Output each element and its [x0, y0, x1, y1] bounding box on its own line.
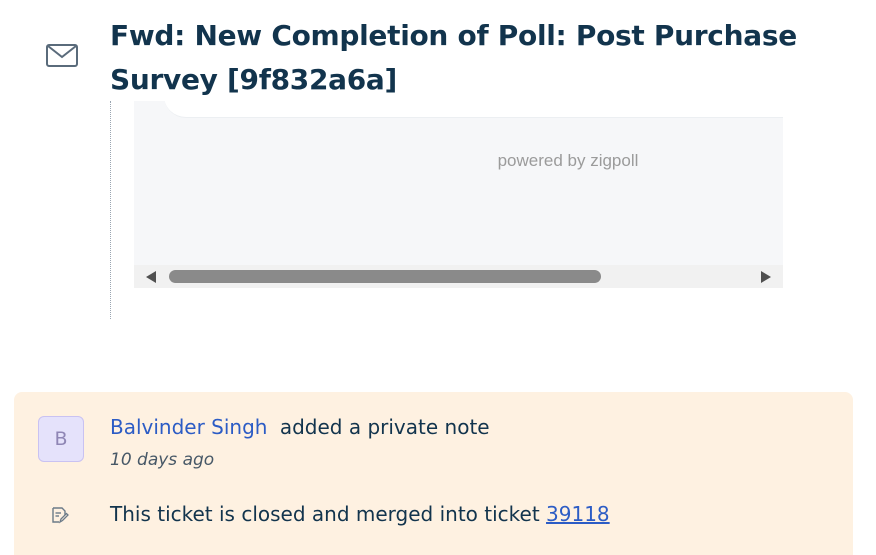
note-text-prefix: This ticket is closed and merged into ti… — [110, 502, 540, 526]
powered-by-text: powered by zigpoll — [497, 151, 639, 170]
merged-ticket-link[interactable]: 39118 — [546, 502, 610, 526]
note-header: Balvinder Singh added a private note — [110, 413, 490, 441]
note-body: This ticket is closed and merged into ti… — [110, 500, 610, 528]
embedded-email-frame[interactable]: powered by zigpoll — [134, 101, 783, 288]
avatar: B — [38, 416, 84, 462]
ticket-conversation: Fwd: New Completion of Poll: Post Purcha… — [0, 0, 876, 555]
mail-icon — [46, 44, 78, 67]
horizontal-scrollbar[interactable] — [134, 265, 783, 288]
scrollbar-thumb[interactable] — [169, 270, 601, 283]
scroll-left-arrow-icon[interactable] — [146, 271, 156, 283]
note-timestamp: 10 days ago — [110, 450, 215, 470]
frame-content-edge — [164, 101, 783, 118]
note-action-text: added a private note — [279, 415, 490, 439]
quoted-content-border — [110, 101, 111, 319]
private-note-card: B Balvinder Singh added a private note 1… — [14, 392, 853, 555]
email-subject: Fwd: New Completion of Poll: Post Purcha… — [110, 19, 797, 96]
note-edit-icon — [52, 507, 69, 524]
scroll-right-arrow-icon[interactable] — [761, 271, 771, 283]
author-link[interactable]: Balvinder Singh — [110, 415, 267, 439]
